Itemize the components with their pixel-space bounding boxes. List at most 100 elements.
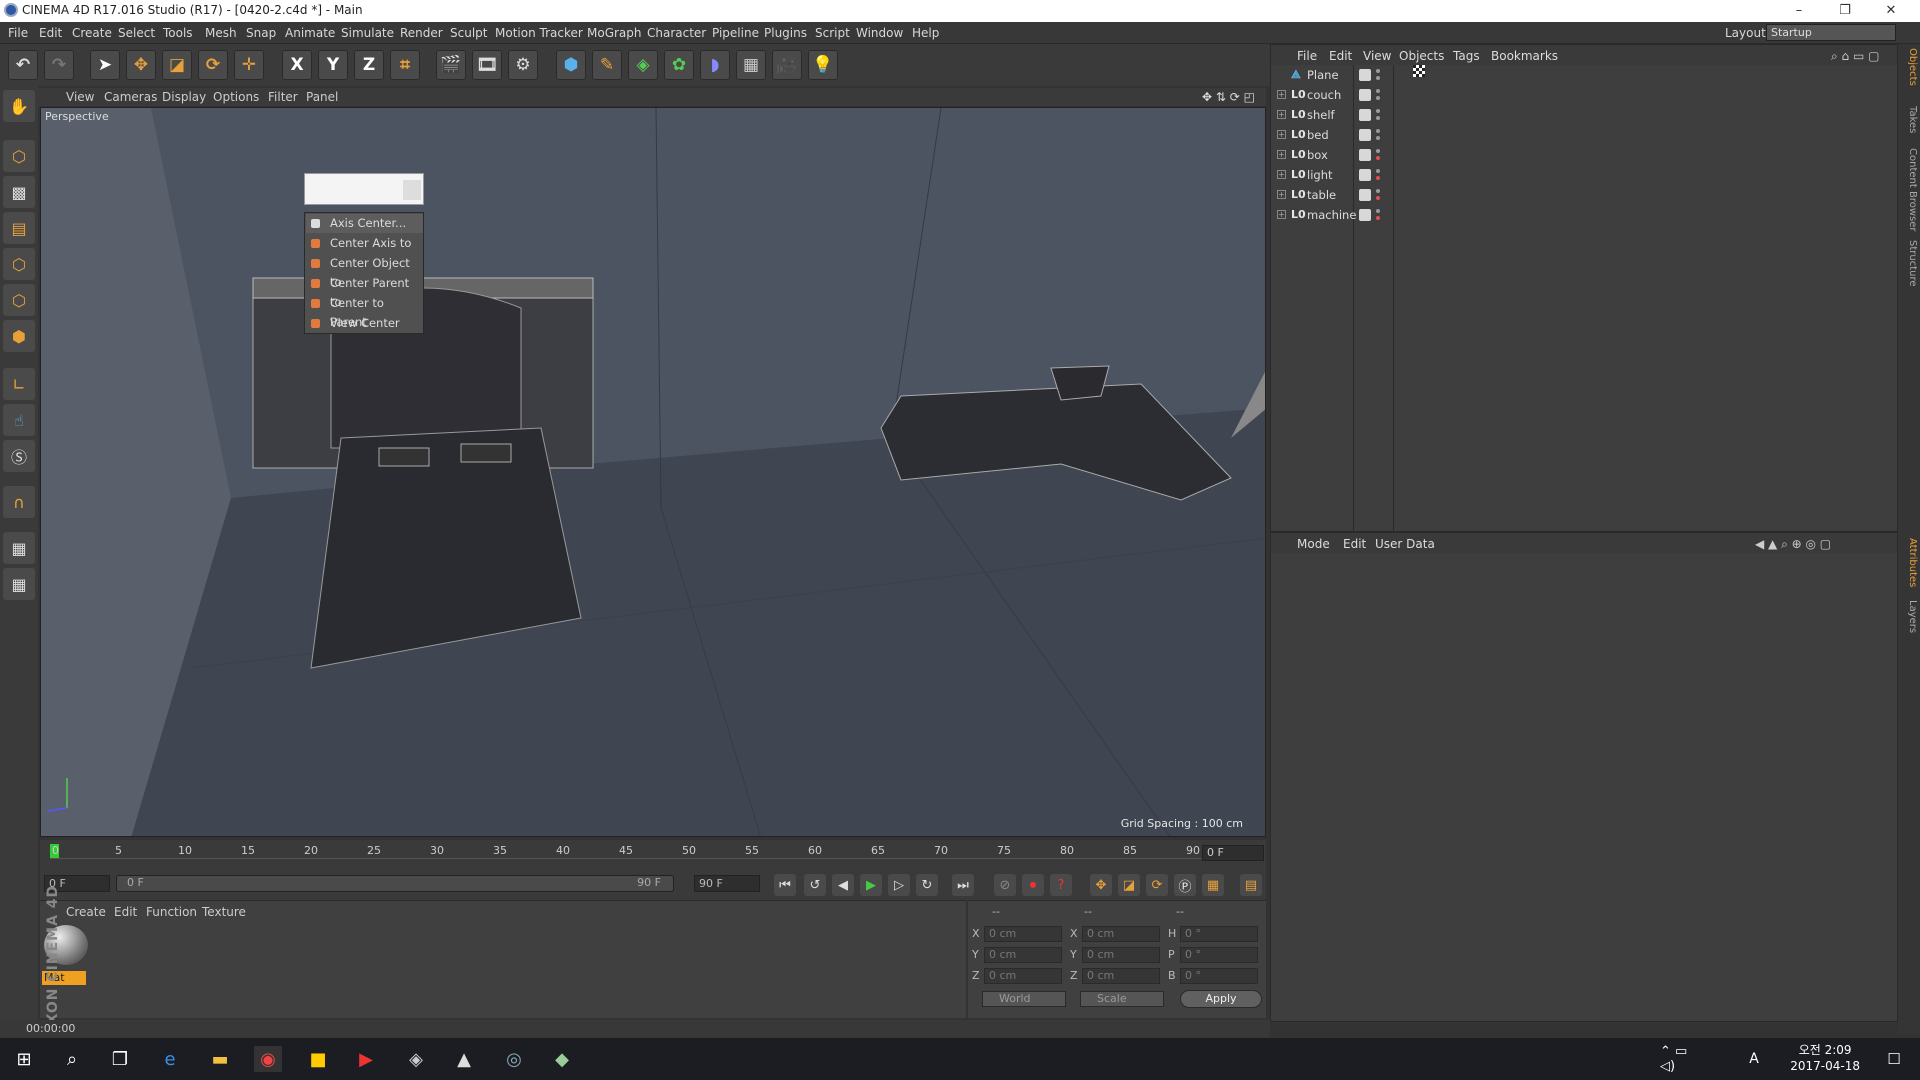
expand-icon[interactable]: + xyxy=(1277,90,1286,99)
context-menu-search-button[interactable] xyxy=(403,180,421,200)
chrome-icon[interactable]: ◉ xyxy=(254,1046,282,1072)
app-icon[interactable]: ◈ xyxy=(402,1046,430,1072)
render-visibility-dot[interactable] xyxy=(1376,216,1380,220)
position-y-field[interactable]: 0 cm xyxy=(984,947,1062,963)
axis-mode-icon[interactable]: ∟ xyxy=(3,368,35,400)
light-bulb-icon[interactable]: 💡 xyxy=(808,50,838,80)
edge-browser-icon[interactable]: e xyxy=(156,1046,184,1072)
workplane-mode-icon[interactable]: ▤ xyxy=(3,212,35,244)
play-icon[interactable]: ▶ xyxy=(860,874,882,896)
search-icon[interactable]: ⌕ xyxy=(58,1046,86,1072)
previous-frame-icon[interactable]: ◀ xyxy=(832,874,854,896)
ctx-center-to-parent[interactable]: Center to Parent xyxy=(306,294,423,329)
notification-icon[interactable]: ☐ xyxy=(1880,1046,1908,1072)
preview-range-slider[interactable]: 0 F 90 F xyxy=(116,875,674,892)
ctx-center-parent-to[interactable]: Center Parent to xyxy=(306,274,423,309)
bodypaint-taskbar-icon[interactable]: ◆ xyxy=(548,1046,576,1072)
menu-pipeline[interactable]: Pipeline xyxy=(712,26,759,40)
om-menu-view[interactable]: View xyxy=(1363,49,1391,63)
object-row-table[interactable]: + L0 table xyxy=(1271,185,1897,205)
key-rotation-icon[interactable]: ⟳ xyxy=(1146,874,1168,896)
cloner-icon[interactable]: ✿ xyxy=(664,50,694,80)
render-picture-viewer-icon[interactable]: 🎞 xyxy=(472,50,502,80)
axis-y-toggle[interactable]: Y xyxy=(318,50,348,80)
object-name[interactable]: light xyxy=(1307,168,1333,182)
task-view-icon[interactable]: ❐ xyxy=(106,1046,134,1072)
editor-visibility-dot[interactable] xyxy=(1376,109,1380,113)
camera-icon[interactable]: 🎥 xyxy=(772,50,802,80)
menu-help[interactable]: Help xyxy=(912,26,939,40)
windows-start-icon[interactable]: ⊞ xyxy=(10,1046,38,1072)
tab-layers[interactable]: Layers xyxy=(1900,600,1918,633)
move-tool-icon[interactable]: ✥ xyxy=(126,50,156,80)
render-visibility-dot[interactable] xyxy=(1376,156,1380,160)
file-explorer-icon[interactable]: ▬ xyxy=(206,1046,234,1072)
end-frame-field[interactable]: 90 F xyxy=(694,875,760,892)
deformer-icon[interactable]: ◗ xyxy=(700,50,730,80)
object-row-bed[interactable]: + L0 bed xyxy=(1271,125,1897,145)
editor-visibility-dot[interactable] xyxy=(1376,189,1380,193)
select-pointer-icon[interactable]: ➤ xyxy=(90,50,120,80)
viewport-menu-display[interactable]: Display xyxy=(162,90,206,104)
object-row-couch[interactable]: + L0 couch xyxy=(1271,85,1897,105)
layer-icon[interactable] xyxy=(1359,109,1371,121)
key-pla-icon[interactable]: ▦ xyxy=(1202,874,1224,896)
am-nav-icons[interactable]: ◀ ▲ ⌕ ⊕ ◎ ▢ xyxy=(1755,537,1831,552)
menu-tools[interactable]: Tools xyxy=(163,26,193,40)
viewport-menu-view[interactable]: View xyxy=(66,90,94,104)
layout-dropdown[interactable]: Startup xyxy=(1766,24,1896,41)
object-row-light[interactable]: + L0 light xyxy=(1271,165,1897,185)
magnet-icon[interactable]: ∩ xyxy=(3,486,35,518)
om-search-home-icons[interactable]: ⌕ ⌂ ▭ ▢ xyxy=(1831,49,1879,64)
kakaotalk-icon[interactable]: ■ xyxy=(304,1046,332,1072)
texture-mode-icon[interactable]: ▩ xyxy=(3,176,35,208)
material-menu-edit[interactable]: Edit xyxy=(114,905,137,919)
tab-attributes[interactable]: Attributes xyxy=(1900,538,1918,587)
render-visibility-dot[interactable] xyxy=(1376,96,1380,100)
size-z-field[interactable]: 0 cm xyxy=(1082,968,1160,984)
object-row-box[interactable]: + L0 box xyxy=(1271,145,1897,165)
layer-icon[interactable] xyxy=(1359,129,1371,141)
object-name[interactable]: Plane xyxy=(1307,68,1339,82)
ctx-center-axis-to[interactable]: Center Axis to xyxy=(306,234,423,253)
render-visibility-dot[interactable] xyxy=(1376,196,1380,200)
tray-icons[interactable]: ⌃ ▭ ◁) xyxy=(1660,1044,1688,1074)
editor-visibility-dot[interactable] xyxy=(1376,169,1380,173)
minimize-button[interactable]: – xyxy=(1776,0,1822,22)
spline-pen-icon[interactable]: ✎ xyxy=(592,50,622,80)
object-name[interactable]: table xyxy=(1307,188,1336,202)
points-mode-icon[interactable]: ⬡ xyxy=(3,248,35,280)
system-clock[interactable]: 오전 2:09 2017-04-18 xyxy=(1790,1042,1860,1074)
undo-icon[interactable]: ↶ xyxy=(8,50,38,80)
material-menu-function[interactable]: Function xyxy=(146,905,197,919)
go-to-end-icon[interactable]: ⏭ xyxy=(952,874,974,896)
ime-indicator[interactable]: A xyxy=(1740,1046,1768,1072)
go-to-start-icon[interactable]: ⏮ xyxy=(774,874,796,896)
render-visibility-dot[interactable] xyxy=(1376,136,1380,140)
viewport-menu-options[interactable]: Options xyxy=(213,90,259,104)
viewport-menu-panel[interactable]: Panel xyxy=(306,90,338,104)
subdivision-surface-icon[interactable]: ◈ xyxy=(628,50,658,80)
menu-motion-tracker[interactable]: Motion Tracker xyxy=(495,26,583,40)
size-x-field[interactable]: 0 cm xyxy=(1082,926,1160,942)
layer-icon[interactable] xyxy=(1359,69,1371,81)
editor-visibility-dot[interactable] xyxy=(1376,129,1380,133)
tab-structure[interactable]: Structure xyxy=(1900,240,1918,287)
layer-icon[interactable] xyxy=(1359,149,1371,161)
editor-visibility-dot[interactable] xyxy=(1376,89,1380,93)
context-menu-search[interactable] xyxy=(304,173,424,205)
menu-create[interactable]: Create xyxy=(72,26,112,40)
snap-icon[interactable]: Ⓢ xyxy=(3,440,35,472)
object-row-machine[interactable]: + L0 machine xyxy=(1271,205,1897,225)
object-name[interactable]: box xyxy=(1307,148,1328,162)
editor-visibility-dot[interactable] xyxy=(1376,209,1380,213)
position-z-field[interactable]: 0 cm xyxy=(984,968,1062,984)
menu-snap[interactable]: Snap xyxy=(246,26,276,40)
object-name[interactable]: machine xyxy=(1307,208,1356,222)
checker-texture-tag-icon[interactable] xyxy=(1413,65,1425,77)
axis-z-toggle[interactable]: Z xyxy=(354,50,384,80)
om-menu-edit[interactable]: Edit xyxy=(1329,49,1352,63)
menu-file[interactable]: File xyxy=(8,26,28,40)
om-menu-tags[interactable]: Tags xyxy=(1453,49,1480,63)
video-player-icon[interactable]: ▶ xyxy=(352,1046,380,1072)
